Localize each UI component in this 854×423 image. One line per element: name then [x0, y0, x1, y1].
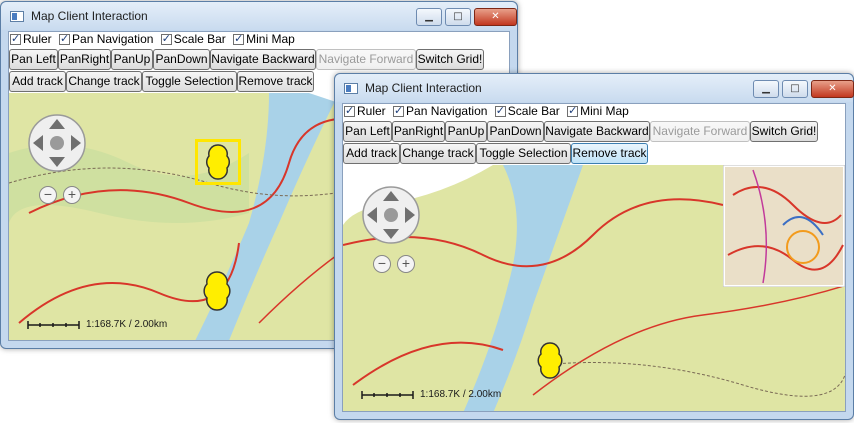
zoom-out-icon[interactable]: −	[373, 255, 391, 273]
checkbox-box[interactable]	[344, 104, 355, 117]
checkbox-box[interactable]	[393, 104, 405, 117]
maximize-button[interactable]: □	[782, 80, 808, 98]
checkbox-box[interactable]	[160, 32, 172, 45]
track-marker-icon[interactable]	[195, 269, 239, 313]
pan-up-button[interactable]: PanUp	[445, 121, 487, 142]
options-bar: Ruler Pan Navigation Scale Bar Mini Map	[10, 32, 299, 48]
scale-bar	[361, 391, 414, 399]
pan-right-button[interactable]: PanRight	[58, 49, 111, 70]
pan-navigation-control[interactable]	[27, 113, 87, 173]
pan-up-button[interactable]: PanUp	[111, 49, 153, 70]
checkbox-label: Ruler	[23, 32, 52, 46]
pan-left-button[interactable]: Pan Left	[9, 49, 58, 70]
checkbox-box[interactable]	[233, 32, 245, 45]
change-track-button[interactable]: Change track	[66, 71, 142, 92]
app-icon	[344, 83, 358, 94]
app-icon	[10, 11, 24, 22]
title-bar[interactable]: Map Client Interaction ▁ □ ✕	[1, 2, 517, 30]
close-button[interactable]: ✕	[811, 80, 854, 98]
navigate-forward-button[interactable]: Navigate Forward	[316, 49, 416, 70]
minimize-button[interactable]: ▁	[753, 80, 779, 98]
window-title: Map Client Interaction	[365, 81, 482, 95]
checkbox-label: Scale Bar	[507, 104, 560, 118]
navigate-forward-button[interactable]: Navigate Forward	[650, 121, 750, 142]
ruler-checkbox[interactable]: Ruler	[344, 104, 386, 118]
mini-map-checkbox[interactable]: Mini Map	[233, 32, 295, 46]
toggle-selection-button[interactable]: Toggle Selection	[142, 71, 237, 92]
pan-down-button[interactable]: PanDown	[487, 121, 544, 142]
remove-track-button[interactable]: Remove track	[237, 71, 314, 92]
change-track-button[interactable]: Change track	[400, 143, 476, 164]
checkbox-label: Mini Map	[246, 32, 295, 46]
add-track-button[interactable]: Add track	[9, 71, 66, 92]
toggle-selection-button[interactable]: Toggle Selection	[476, 143, 571, 164]
track-marker-icon[interactable]	[529, 340, 571, 382]
checkbox-label: Scale Bar	[173, 32, 226, 46]
checkbox-box[interactable]	[494, 104, 506, 117]
scale-label: 1:168.7K / 2.00km	[420, 389, 502, 400]
pan-navigation-checkbox[interactable]: Pan Navigation	[393, 104, 487, 118]
zoom-out-icon[interactable]: −	[39, 186, 57, 204]
zoom-in-icon[interactable]: +	[397, 255, 415, 273]
scale-bar-checkbox[interactable]: Scale Bar	[494, 104, 560, 118]
mini-map[interactable]	[723, 165, 845, 287]
checkbox-box[interactable]	[59, 32, 71, 45]
minimize-button[interactable]: ▁	[416, 8, 442, 26]
checkbox-label: Pan Navigation	[406, 104, 488, 118]
pan-navigation-checkbox[interactable]: Pan Navigation	[59, 32, 153, 46]
navigate-backward-button[interactable]: Navigate Backward	[544, 121, 650, 142]
checkbox-label: Ruler	[357, 104, 386, 118]
title-bar[interactable]: Map Client Interaction ▁ □ ✕	[335, 74, 854, 102]
options-bar: Ruler Pan Navigation Scale Bar Mini Map	[344, 104, 633, 120]
scale-label: 1:168.7K / 2.00km	[86, 319, 168, 330]
map-view[interactable]: − + 1:168.7K / 2.00km	[343, 165, 845, 411]
maximize-button[interactable]: □	[445, 8, 471, 26]
checkbox-box[interactable]	[10, 32, 21, 45]
checkbox-label: Mini Map	[580, 104, 629, 118]
checkbox-box[interactable]	[567, 104, 579, 117]
mini-map-checkbox[interactable]: Mini Map	[567, 104, 629, 118]
close-button[interactable]: ✕	[474, 8, 517, 26]
zoom-in-icon[interactable]: +	[63, 186, 81, 204]
add-track-button[interactable]: Add track	[343, 143, 400, 164]
pan-right-button[interactable]: PanRight	[392, 121, 445, 142]
client-area: Ruler Pan Navigation Scale Bar Mini Map …	[342, 103, 846, 412]
switch-grid-button[interactable]: Switch Grid!	[416, 49, 484, 70]
navigate-backward-button[interactable]: Navigate Backward	[210, 49, 316, 70]
window-title: Map Client Interaction	[31, 9, 148, 23]
pan-left-button[interactable]: Pan Left	[343, 121, 392, 142]
ruler-checkbox[interactable]: Ruler	[10, 32, 52, 46]
scale-bar-checkbox[interactable]: Scale Bar	[160, 32, 226, 46]
checkbox-label: Pan Navigation	[72, 32, 154, 46]
scale-bar	[27, 321, 80, 329]
switch-grid-button[interactable]: Switch Grid!	[750, 121, 818, 142]
pan-navigation-control[interactable]	[361, 185, 421, 245]
remove-track-button[interactable]: Remove track	[571, 143, 648, 164]
track-marker-icon[interactable]	[197, 141, 239, 183]
pan-down-button[interactable]: PanDown	[153, 49, 210, 70]
map-client-window-front[interactable]: Map Client Interaction ▁ □ ✕ Ruler Pan N…	[334, 73, 854, 420]
